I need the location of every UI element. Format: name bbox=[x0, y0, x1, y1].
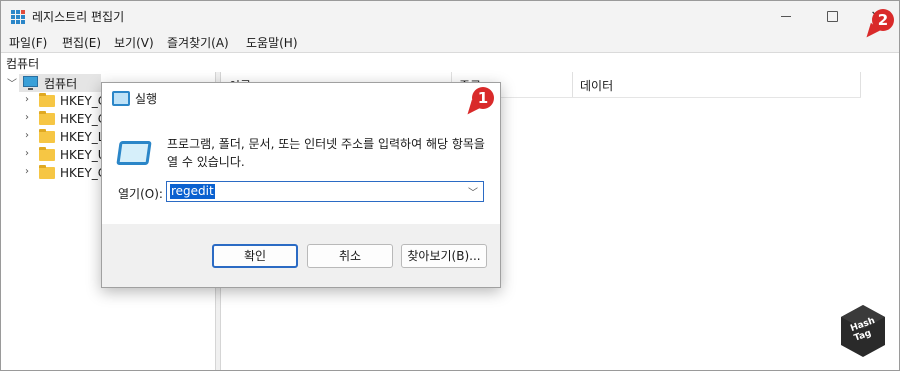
tree-item-label: HKEY_C bbox=[60, 112, 107, 126]
cancel-button[interactable]: 취소 bbox=[307, 244, 393, 268]
chevron-right-icon[interactable]: › bbox=[25, 112, 29, 123]
tree-item-label: HKEY_C bbox=[60, 94, 107, 108]
column-divider[interactable] bbox=[860, 72, 861, 97]
registry-editor-icon bbox=[11, 10, 25, 24]
address-bar[interactable]: 컴퓨터 bbox=[1, 52, 899, 73]
menu-file[interactable]: 파일(F) bbox=[9, 34, 47, 51]
chevron-right-icon[interactable]: › bbox=[25, 148, 29, 159]
folder-icon bbox=[39, 165, 55, 179]
window-title: 레지스트리 편집기 bbox=[32, 10, 125, 24]
run-large-icon bbox=[116, 141, 152, 165]
open-input-value[interactable]: regedit bbox=[170, 184, 215, 199]
dialog-footer: 확인 취소 찾아보기(B)... bbox=[102, 224, 500, 287]
hashtag-logo: Hash Tag bbox=[838, 303, 888, 359]
chevron-down-icon[interactable]: ﹀ bbox=[468, 184, 478, 199]
run-dialog: 실행 프로그램, 폴더, 문서, 또는 인터넷 주소를 입력하여 해당 항목을 … bbox=[101, 82, 501, 288]
computer-icon bbox=[23, 76, 38, 90]
folder-icon bbox=[39, 93, 55, 107]
chevron-right-icon[interactable]: › bbox=[25, 94, 29, 105]
chevron-right-icon[interactable]: › bbox=[25, 130, 29, 141]
menu-bar: 파일(F) 편집(E) 보기(V) 즐겨찾기(A) 도움말(H) bbox=[1, 31, 899, 51]
menu-view[interactable]: 보기(V) bbox=[114, 34, 154, 51]
menu-favorites[interactable]: 즐겨찾기(A) bbox=[167, 34, 229, 51]
chevron-right-icon[interactable]: › bbox=[25, 166, 29, 177]
minimize-icon bbox=[781, 15, 791, 17]
dialog-message: 프로그램, 폴더, 문서, 또는 인터넷 주소를 입력하여 해당 항목을 열 수… bbox=[167, 137, 485, 169]
address-path: 컴퓨터 bbox=[6, 57, 40, 71]
dialog-title: 실행 bbox=[135, 92, 158, 106]
open-combobox[interactable]: regedit ﹀ bbox=[166, 181, 484, 202]
folder-icon bbox=[39, 111, 55, 125]
column-data[interactable]: 데이터 bbox=[580, 77, 613, 94]
column-divider[interactable] bbox=[572, 72, 573, 97]
chevron-down-icon[interactable]: ﹀ bbox=[7, 75, 17, 90]
menu-help[interactable]: 도움말(H) bbox=[246, 34, 298, 51]
title-bar: 레지스트리 편집기 ✕ bbox=[1, 1, 899, 31]
minimize-button[interactable] bbox=[763, 1, 809, 31]
open-label: 열기(O): bbox=[118, 187, 163, 201]
tree-item-label: HKEY_C bbox=[60, 166, 107, 180]
browse-button[interactable]: 찾아보기(B)... bbox=[401, 244, 487, 268]
maximize-button[interactable] bbox=[809, 1, 855, 31]
run-icon bbox=[112, 91, 130, 106]
maximize-icon bbox=[826, 10, 838, 22]
menu-edit[interactable]: 편집(E) bbox=[62, 34, 101, 51]
ok-button[interactable]: 확인 bbox=[212, 244, 298, 268]
folder-icon bbox=[39, 147, 55, 161]
tree-root-label: 컴퓨터 bbox=[44, 77, 78, 91]
tree-item-label: HKEY_U bbox=[60, 148, 107, 162]
folder-icon bbox=[39, 129, 55, 143]
